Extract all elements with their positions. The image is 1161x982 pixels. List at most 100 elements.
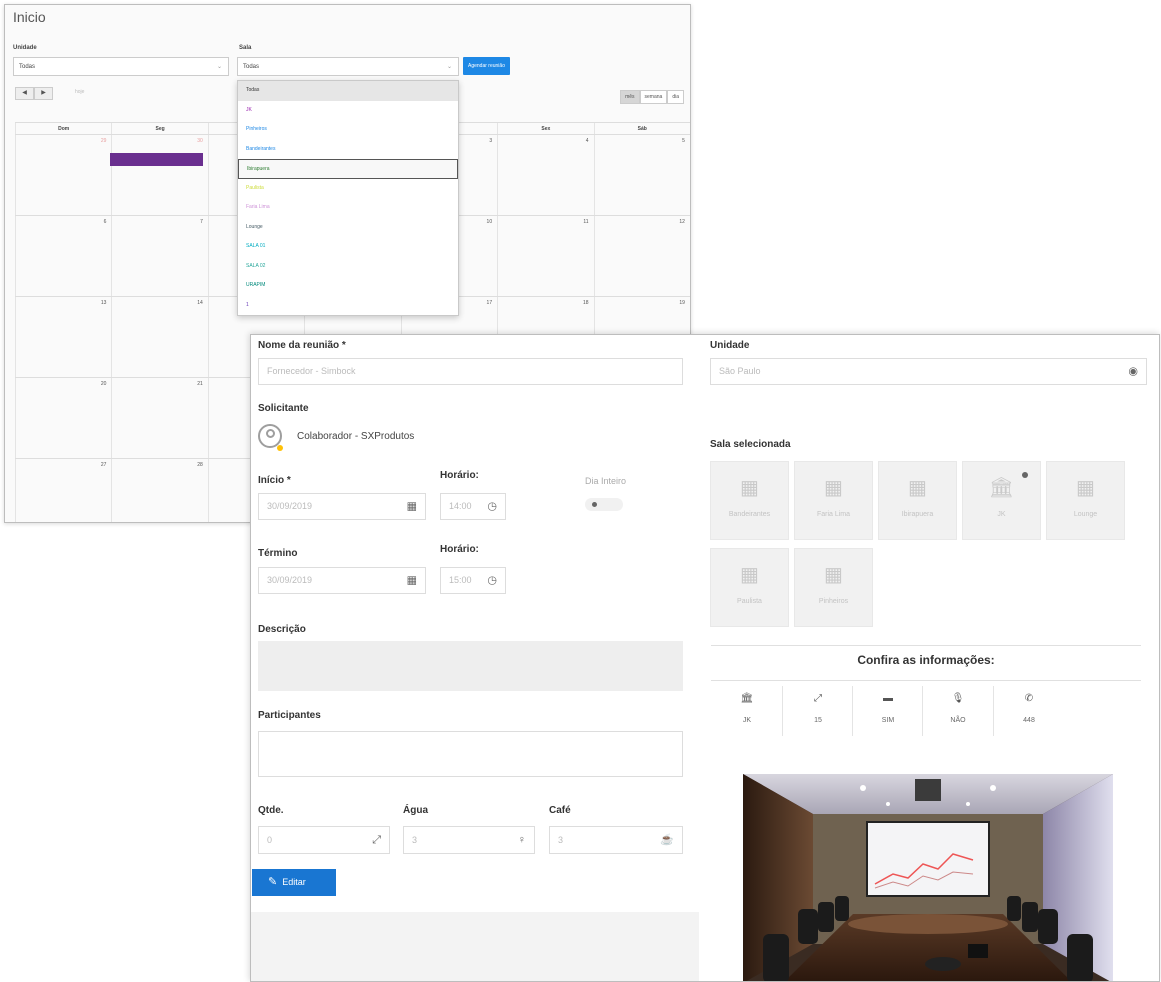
sala-option[interactable]: Lounge [238,218,458,238]
sala-option[interactable]: Paulista [238,179,458,199]
calendar-icon: ▦ [908,477,927,499]
calendar-nav: ◀ ▶ [15,87,53,100]
info-item: 🎙 NÃO [923,693,993,724]
calendar-day-cell[interactable]: 11 [497,216,593,296]
room-card-name: Paulista [737,598,762,605]
view-day-button[interactable]: dia [667,90,684,104]
next-button[interactable]: ▶ [34,87,53,100]
resize-icon: ⤢ [372,834,381,846]
sala-option[interactable]: Pinheiros [238,120,458,140]
view-week-button[interactable]: semana [639,90,668,104]
view-month-button[interactable]: mês [620,90,640,104]
sala-option[interactable]: Todas [238,81,458,101]
calendar-day-cell[interactable]: 7 [111,216,207,296]
sala-option[interactable]: SALA 01 [238,237,458,257]
sala-option[interactable]: Faria Lima [238,198,458,218]
unidade-select[interactable]: Todas ⌄ [13,57,229,76]
room-card-name: Bandeirantes [728,511,771,518]
sala-option[interactable]: SALA 02 [238,257,458,277]
calendar-day-cell[interactable]: 6 [15,216,111,296]
online-status-icon [277,445,283,451]
calendar-day-cell[interactable]: 21 [111,378,207,458]
microphone-icon: 🎙 [951,693,965,704]
weekday: Sex [497,123,593,134]
dia-inteiro-label: Dia Inteiro [585,476,627,486]
calendar-day-cell[interactable]: 5 [593,135,690,215]
day-number: 21 [197,381,203,387]
sala-option[interactable]: Bandeirantes [238,140,458,160]
calendar-event[interactable] [110,153,203,166]
schedule-meeting-button[interactable]: Agendar reunião [463,57,510,75]
room-card[interactable]: ▦ Paulista [710,548,789,627]
unidade-select-value: Todas [19,64,36,70]
info-item: 🏛 JK [712,693,782,724]
meeting-name-input[interactable]: Fornecedor - Simbock [258,358,683,385]
day-number: 5 [682,138,685,144]
today-button[interactable]: hoje [75,89,84,95]
room-card[interactable]: ▦ Pinheiros [794,548,873,627]
inicio-date-value: 30/09/2019 [267,501,313,511]
calendar-icon: ▦ [740,564,759,586]
horario-inicio-input[interactable]: 14:00 ◷ [440,493,506,520]
calendar-day-cell[interactable]: 13 [15,297,111,377]
room-card[interactable]: 🏛 JK [962,461,1041,540]
participantes-input[interactable] [258,731,683,777]
calendar-icon: ▦ [406,500,417,512]
room-card[interactable]: ▦ Ibirapuera [878,461,957,540]
sala-option[interactable]: URAPIM [238,276,458,296]
qtde-input[interactable]: 0 ⤢ [258,826,390,854]
edit-button-label: Editar [282,877,306,887]
horario-termino-input[interactable]: 15:00 ◷ [440,567,506,594]
sala-option[interactable]: JK [238,101,458,121]
room-card[interactable]: ▦ Faria Lima [794,461,873,540]
descricao-textarea[interactable] [258,641,683,691]
horario-inicio-label: Horário: [440,470,479,481]
day-number: 4 [585,138,589,144]
qtde-label: Qtde. [258,805,284,816]
divider [711,680,1141,681]
sala-option[interactable]: Ibirapuera [238,159,458,179]
unidade-value: São Paulo [719,366,761,376]
sala-dropdown: Todas JK Pinheiros Bandeirantes Ibirapuera Pa… [237,80,459,316]
descricao-label: Descrição [258,624,306,635]
dia-inteiro-toggle[interactable] [585,498,623,511]
calendar-day-cell[interactable]: 29 [15,135,111,215]
calendar-day-cell[interactable]: 4 [497,135,593,215]
water-glass-icon: ♀ [517,834,526,846]
termino-label: Término [258,548,298,559]
page-title: Inicio [13,9,46,25]
info-value: 448 [1023,717,1035,724]
room-card[interactable]: ▦ Bandeirantes [710,461,789,540]
day-number: 3 [489,138,493,144]
info-item: ✆ 448 [994,693,1064,724]
inicio-date-input[interactable]: 30/09/2019 ▦ [258,493,426,520]
calendar-day-cell[interactable]: 28 [111,459,207,522]
calendar-day-cell[interactable]: 20 [15,378,111,458]
calendar-day-cell[interactable]: 30 [111,135,207,215]
calendar-day-cell[interactable]: 27 [15,459,111,522]
institution-icon: 🏛 [740,693,754,704]
institution-icon: 🏛 [988,477,1015,499]
calendar-icon: ▦ [824,564,843,586]
sala-option[interactable]: 1 [238,296,458,316]
day-number: 13 [100,300,107,306]
edit-button[interactable]: ✎ Editar [252,869,336,896]
room-card[interactable]: ▦ Lounge [1046,461,1125,540]
calendar-day-cell[interactable]: 12 [593,216,690,296]
room-card-name: JK [997,511,1006,518]
calendar-day-cell[interactable]: 14 [111,297,207,377]
inicio-label: Início * [258,475,291,486]
pencil-icon: ✎ [268,876,278,888]
cafe-input[interactable]: 3 ☕ [549,826,683,854]
prev-button[interactable]: ◀ [15,87,34,100]
phone-icon: ✆ [1024,693,1034,704]
info-value: 15 [814,717,822,724]
termino-date-input[interactable]: 30/09/2019 ▦ [258,567,426,594]
divider [782,686,783,736]
day-number: 11 [583,219,589,225]
calendar-icon: ▦ [1076,477,1095,499]
agua-input[interactable]: 3 ♀ [403,826,535,854]
meeting-name-label: Nome da reunião * [258,340,346,351]
sala-select[interactable]: Todas ⌄ [237,57,459,76]
unidade-select[interactable]: São Paulo ◉ [710,358,1147,385]
